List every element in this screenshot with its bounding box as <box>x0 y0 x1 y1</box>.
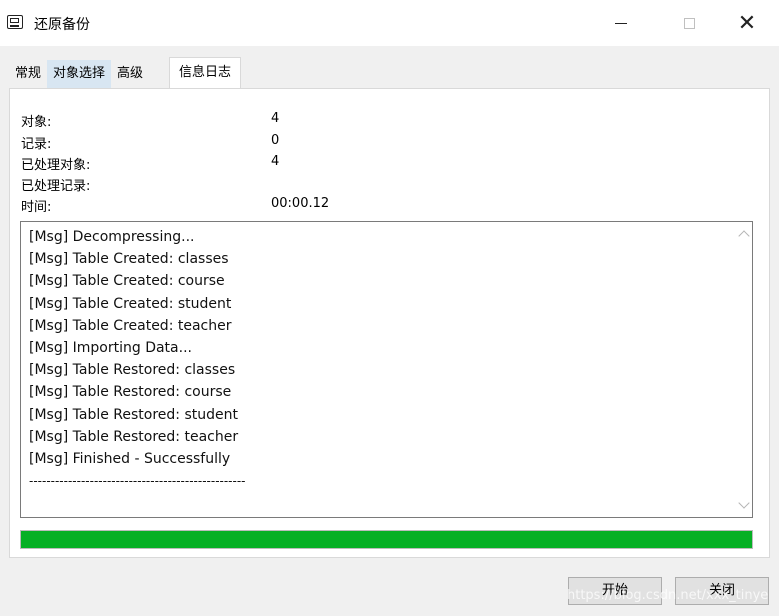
log-line: [Msg] Table Restored: course <box>29 384 232 401</box>
database-backup-icon <box>7 15 23 29</box>
close-button[interactable]: 关闭 <box>675 577 769 605</box>
maximize-icon <box>683 17 695 29</box>
objects-label: 对象: <box>21 115 52 130</box>
log-line: [Msg] Finished - Successfully <box>29 450 231 467</box>
minimize-icon <box>615 22 627 24</box>
scroll-down-icon[interactable] <box>738 497 750 509</box>
close-window-button[interactable]: ✕ <box>724 0 770 46</box>
tab-bar: 常规 对象选择 高级 信息日志 <box>9 57 242 88</box>
tab-general[interactable]: 常规 <box>9 60 47 88</box>
log-line: [Msg] Decompressing... <box>29 229 195 245</box>
log-line: [Msg] Table Restored: student <box>29 406 238 423</box>
progress-bar <box>20 530 753 549</box>
window-title: 还原备份 <box>34 17 90 33</box>
progress-fill <box>21 531 752 548</box>
log-separator: ----------------------------------------… <box>29 474 246 489</box>
close-icon: ✕ <box>737 10 757 36</box>
log-line: [Msg] Table Created: classes <box>29 251 229 268</box>
processed-records-label: 已处理记录: <box>21 179 91 194</box>
tab-object-selection[interactable]: 对象选择 <box>47 60 112 88</box>
log-line: [Msg] Table Restored: classes <box>29 362 236 379</box>
log-line: [Msg] Table Created: student <box>29 295 232 312</box>
message-log[interactable]: [Msg] Decompressing... [Msg] Table Creat… <box>20 221 753 518</box>
title-bar: 还原备份 ✕ <box>0 0 779 46</box>
records-value: 0 <box>271 133 280 148</box>
time-value: 00:00.12 <box>271 196 330 211</box>
tab-message-log[interactable]: 信息日志 <box>169 57 242 88</box>
log-scrollbar[interactable] <box>735 222 752 517</box>
log-lines: [Msg] Decompressing... [Msg] Table Creat… <box>29 226 246 492</box>
maximize-button[interactable] <box>666 0 712 46</box>
processed-objects-label: 已处理对象: <box>21 158 91 173</box>
log-line: [Msg] Table Created: teacher <box>29 317 232 334</box>
log-line: [Msg] Table Created: course <box>29 273 225 290</box>
minimize-button[interactable] <box>598 0 644 46</box>
time-label: 时间: <box>21 200 52 215</box>
records-label: 记录: <box>21 137 52 152</box>
tab-advanced[interactable]: 高级 <box>111 60 149 88</box>
start-button[interactable]: 开始 <box>568 577 662 605</box>
log-line: [Msg] Importing Data... <box>29 339 192 356</box>
scroll-up-icon[interactable] <box>738 230 750 242</box>
objects-value: 4 <box>271 111 280 126</box>
processed-objects-value: 4 <box>271 154 280 169</box>
log-line: [Msg] Table Restored: teacher <box>29 428 239 445</box>
